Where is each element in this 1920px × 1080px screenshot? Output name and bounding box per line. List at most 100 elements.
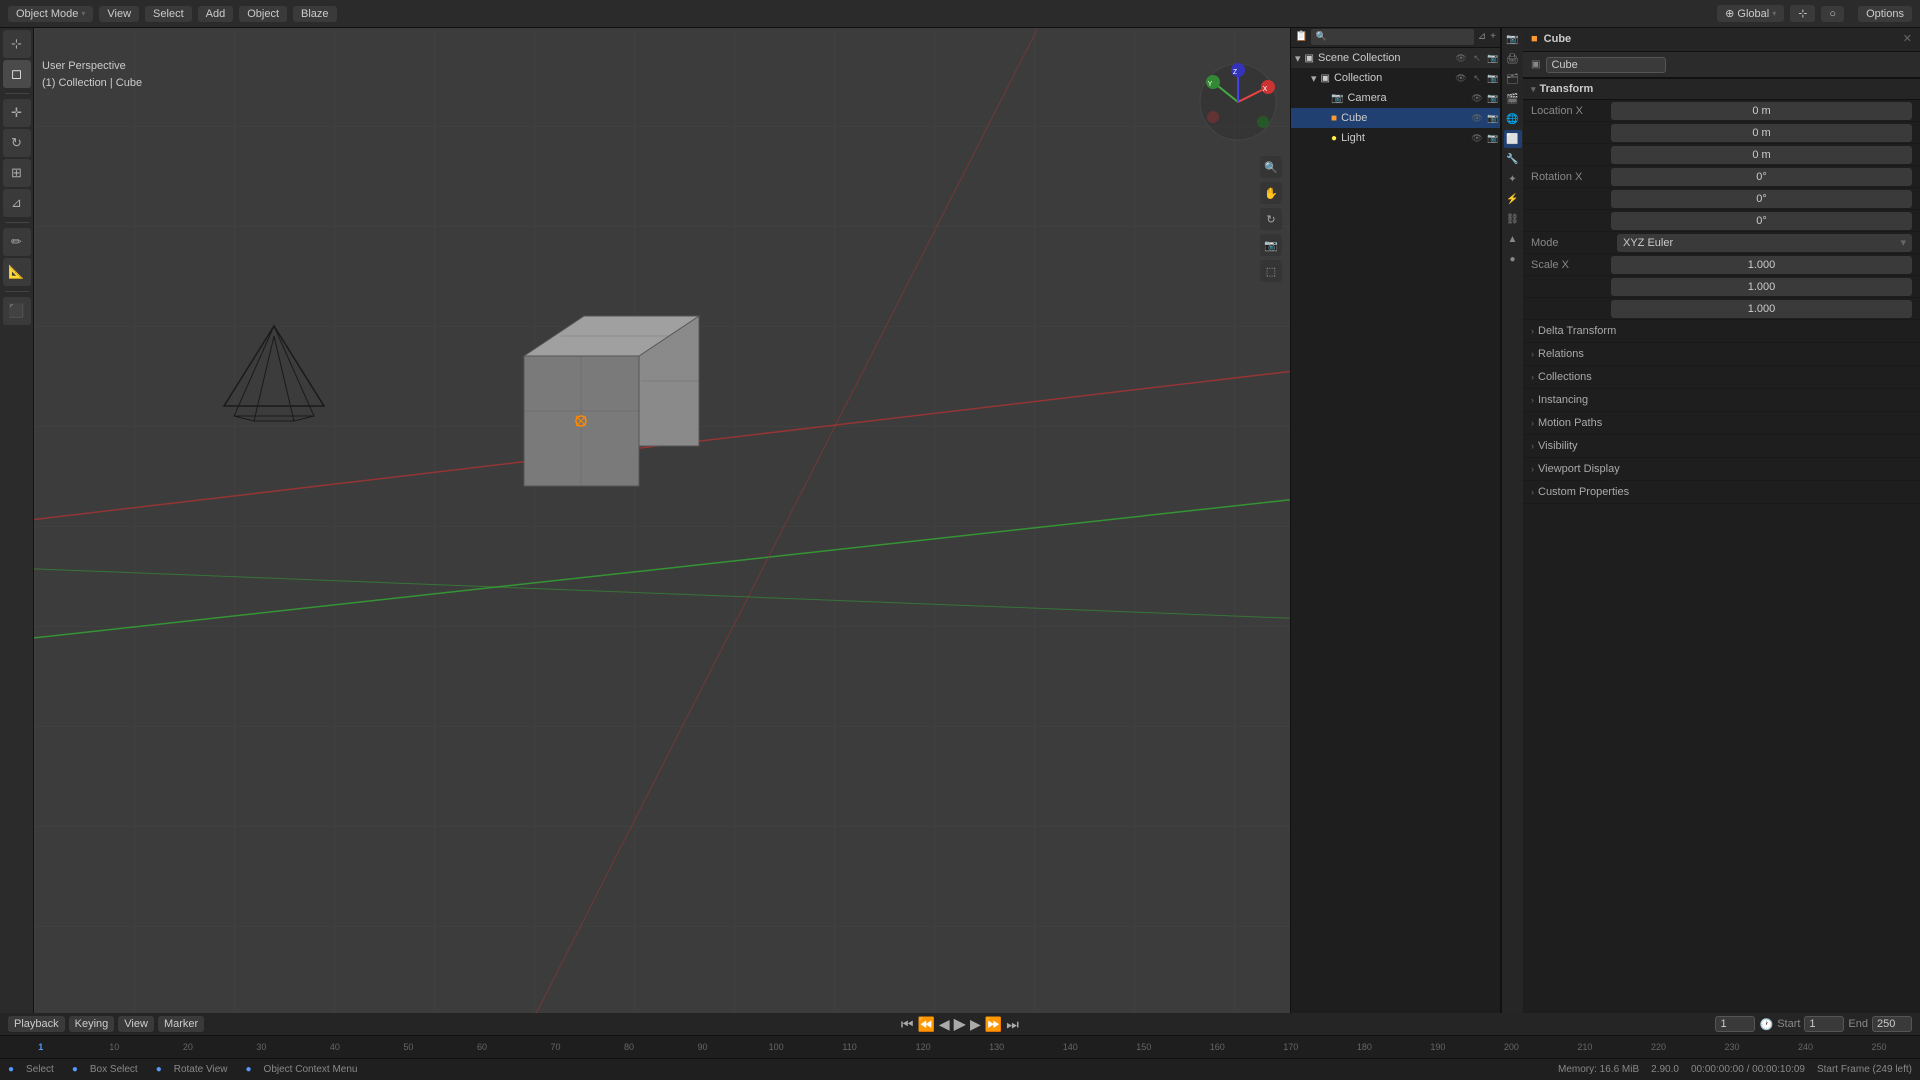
cube-eye[interactable]: 👁 — [1470, 111, 1484, 125]
outliner-light[interactable]: ▾ ● Light 👁 📷 — [1291, 128, 1500, 148]
frame-30[interactable]: 30 — [225, 1042, 299, 1052]
scale-y-field[interactable]: 1.000 — [1611, 278, 1912, 296]
visibility-header[interactable]: › Visibility — [1523, 435, 1920, 457]
tool-cursor[interactable]: ⊹ — [3, 30, 31, 58]
outliner-search[interactable]: 🔍 — [1311, 29, 1473, 45]
tool-measure[interactable]: 📐 — [3, 258, 31, 286]
props-render[interactable]: 📷 — [1504, 30, 1522, 48]
outliner-camera[interactable]: ▾ 📷 Camera 👁 📷 — [1291, 88, 1500, 108]
frame-100[interactable]: 100 — [739, 1042, 813, 1052]
cam-render[interactable]: 📷 — [1486, 91, 1500, 105]
timeline-marker-label[interactable]: Marker — [158, 1016, 204, 1032]
props-name-input[interactable] — [1546, 57, 1666, 73]
tool-scale[interactable]: ⊞ — [3, 159, 31, 187]
current-frame-input[interactable] — [1715, 1016, 1755, 1032]
collections-header[interactable]: › Collections — [1523, 366, 1920, 388]
location-x-field[interactable]: 0 m — [1611, 102, 1912, 120]
frame-160[interactable]: 160 — [1181, 1042, 1255, 1052]
props-output[interactable]: 🖨 — [1504, 50, 1522, 68]
props-data[interactable]: ▲ — [1504, 230, 1522, 248]
frame-120[interactable]: 120 — [886, 1042, 960, 1052]
start-frame-input[interactable] — [1804, 1016, 1844, 1032]
frame-210[interactable]: 210 — [1548, 1042, 1622, 1052]
col-eye[interactable]: 👁 — [1454, 71, 1468, 85]
motion-paths-header[interactable]: › Motion Paths — [1523, 412, 1920, 434]
props-physics[interactable]: ⚡ — [1504, 190, 1522, 208]
tool-add-cube[interactable]: ⬛ — [3, 297, 31, 325]
tool-rotate[interactable]: ↻ — [3, 129, 31, 157]
viewport-camera[interactable]: 📷 — [1260, 234, 1282, 256]
end-frame-input[interactable] — [1872, 1016, 1912, 1032]
light-render[interactable]: 📷 — [1486, 131, 1500, 145]
props-particles[interactable]: ✦ — [1504, 170, 1522, 188]
relations-header[interactable]: › Relations — [1523, 343, 1920, 365]
scene-col-render[interactable]: 📷 — [1486, 51, 1500, 65]
frame-170[interactable]: 170 — [1254, 1042, 1328, 1052]
location-y-field[interactable]: 0 m — [1611, 124, 1912, 142]
props-material[interactable]: ● — [1504, 250, 1522, 268]
prev-frame-btn[interactable]: ◀ — [939, 1016, 950, 1033]
next-keyframe-btn[interactable]: ⏩ — [985, 1016, 1002, 1033]
frame-ruler[interactable]: 1 10 20 30 40 50 60 70 80 90 100 110 120… — [0, 1035, 1920, 1058]
jump-end-btn[interactable]: ⏭ — [1006, 1016, 1019, 1033]
frame-200[interactable]: 200 — [1475, 1042, 1549, 1052]
outliner-new-icon[interactable]: + — [1490, 31, 1496, 42]
frame-220[interactable]: 220 — [1622, 1042, 1696, 1052]
viewport-display-header[interactable]: › Viewport Display — [1523, 458, 1920, 480]
outliner-collection[interactable]: ▾ ▣ Collection 👁 ↖ 📷 — [1291, 68, 1500, 88]
frame-70[interactable]: 70 — [519, 1042, 593, 1052]
props-view-layer[interactable]: 🗂 — [1504, 70, 1522, 88]
col-select[interactable]: ↖ — [1470, 71, 1484, 85]
tool-transform[interactable]: ⊿ — [3, 189, 31, 217]
rotation-x-field[interactable]: 0° — [1611, 168, 1912, 186]
viewport-3d[interactable]: User Perspective (1) Collection | Cube X — [34, 26, 1290, 1013]
rotation-z-field[interactable]: 0° — [1611, 212, 1912, 230]
viewport-render-mode[interactable]: ⬚ — [1260, 260, 1282, 282]
frame-150[interactable]: 150 — [1107, 1042, 1181, 1052]
scale-z-field[interactable]: 1.000 — [1611, 300, 1912, 318]
col-render[interactable]: 📷 — [1486, 71, 1500, 85]
frame-90[interactable]: 90 — [666, 1042, 740, 1052]
viewport-pan[interactable]: ✋ — [1260, 182, 1282, 204]
frame-10[interactable]: 10 — [78, 1042, 152, 1052]
playback-label[interactable]: Playback — [8, 1016, 65, 1032]
frame-110[interactable]: 110 — [813, 1042, 887, 1052]
props-constraints[interactable]: ⛓ — [1504, 210, 1522, 228]
scale-x-field[interactable]: 1.000 — [1611, 256, 1912, 274]
scene-col-select[interactable]: ↖ — [1470, 51, 1484, 65]
frame-250[interactable]: 250 — [1842, 1042, 1916, 1052]
tool-annotate[interactable]: ✏ — [3, 228, 31, 256]
timeline-view-label[interactable]: View — [118, 1016, 154, 1032]
play-btn[interactable]: ▶ — [954, 1014, 966, 1034]
frame-20[interactable]: 20 — [151, 1042, 225, 1052]
rotation-y-field[interactable]: 0° — [1611, 190, 1912, 208]
cube-render[interactable]: 📷 — [1486, 111, 1500, 125]
tool-move[interactable]: ✛ — [3, 99, 31, 127]
frame-40[interactable]: 40 — [298, 1042, 372, 1052]
outliner-scene-collection[interactable]: ▾ ▣ Scene Collection 👁 ↖ 📷 — [1291, 48, 1500, 68]
delta-transform-header[interactable]: › Delta Transform — [1523, 320, 1920, 342]
frame-80[interactable]: 80 — [592, 1042, 666, 1052]
light-eye[interactable]: 👁 — [1470, 131, 1484, 145]
outliner-cube[interactable]: ▾ ■ Cube 👁 📷 — [1291, 108, 1500, 128]
location-z-field[interactable]: 0 m — [1611, 146, 1912, 164]
frame-60[interactable]: 60 — [445, 1042, 519, 1052]
frame-240[interactable]: 240 — [1769, 1042, 1843, 1052]
props-object[interactable]: ⬜ — [1504, 130, 1522, 148]
scene-col-eye[interactable]: 👁 — [1454, 51, 1468, 65]
props-scene[interactable]: 🎬 — [1504, 90, 1522, 108]
viewport-zoom-in[interactable]: 🔍 — [1260, 156, 1282, 178]
cam-eye[interactable]: 👁 — [1470, 91, 1484, 105]
tool-select[interactable]: ◻ — [3, 60, 31, 88]
frame-130[interactable]: 130 — [960, 1042, 1034, 1052]
jump-start-btn[interactable]: ⏮ — [901, 1016, 914, 1033]
next-frame-btn[interactable]: ▶ — [970, 1016, 981, 1033]
frame-1[interactable]: 1 — [4, 1042, 78, 1052]
keying-label[interactable]: Keying — [69, 1016, 115, 1032]
instancing-header[interactable]: › Instancing — [1523, 389, 1920, 411]
props-modifiers[interactable]: 🔧 — [1504, 150, 1522, 168]
frame-180[interactable]: 180 — [1328, 1042, 1402, 1052]
frame-50[interactable]: 50 — [372, 1042, 446, 1052]
outliner-filter-icon[interactable]: ⊿ — [1478, 31, 1486, 42]
nav-gizmo[interactable]: X Y Z — [1198, 62, 1278, 142]
